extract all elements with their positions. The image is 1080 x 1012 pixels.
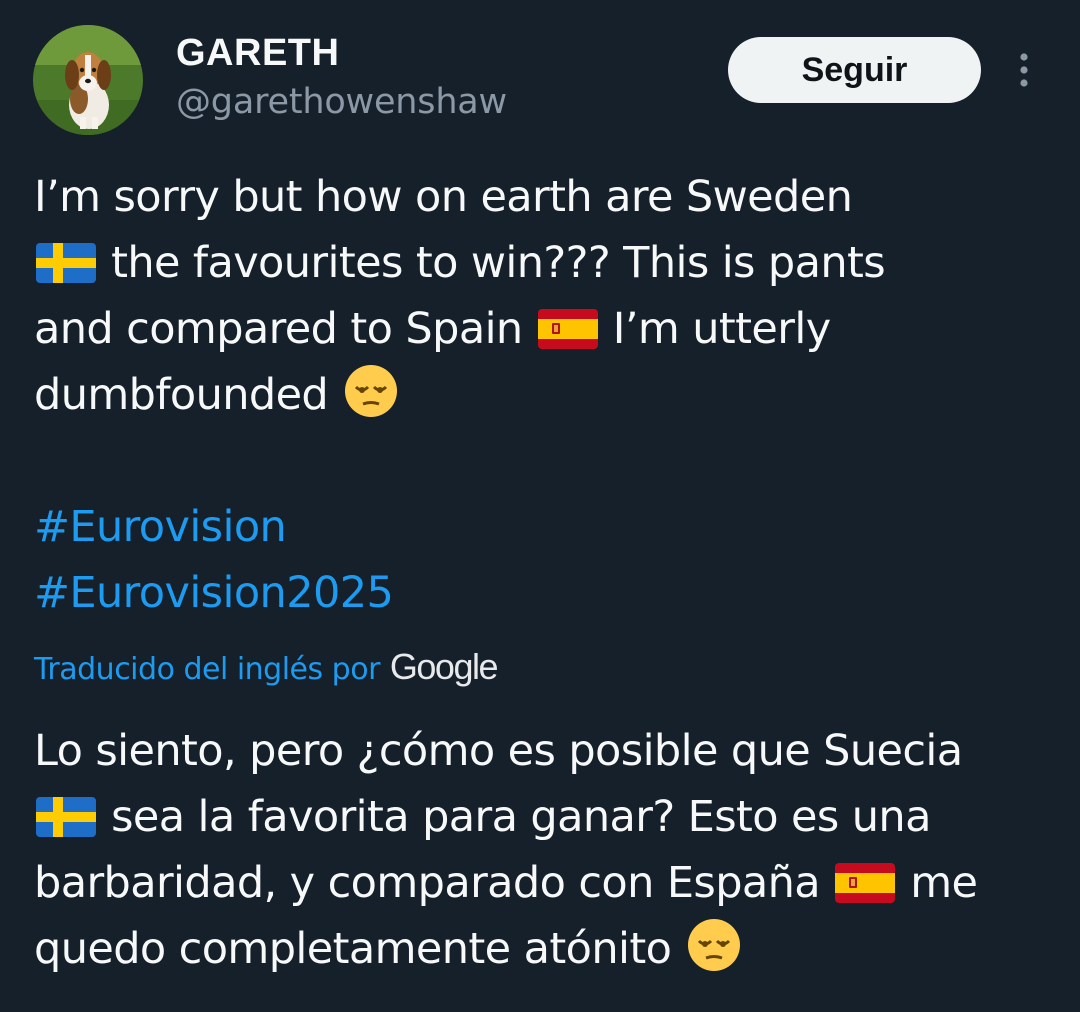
follow-button[interactable]: Seguir <box>728 37 981 103</box>
tweet-line: I’m sorry but how on earth are Sweden <box>34 172 853 222</box>
relieved-face-emoji-icon <box>345 365 398 417</box>
hashtag-link[interactable]: #Eurovision <box>34 494 1054 560</box>
relieved-face-emoji-icon <box>688 919 741 971</box>
sweden-flag-icon <box>36 797 96 837</box>
spain-flag-icon <box>537 309 598 349</box>
avatar[interactable] <box>33 25 143 135</box>
beagle-avatar-image <box>33 25 143 135</box>
translation-line: Lo siento, pero ¿cómo es posible que Sue… <box>34 726 963 776</box>
translated-text: Lo siento, pero ¿cómo es posible que Sue… <box>34 718 1064 982</box>
translation-line-text: me <box>910 858 978 908</box>
translation-line-text: quedo completamente atónito <box>34 924 672 974</box>
tweet-line-text: I’m utterly <box>612 304 831 354</box>
hashtag-link[interactable]: #Eurovision2025 <box>34 560 1054 626</box>
author-display-name[interactable]: GARETH <box>176 30 339 76</box>
translation-line: barbaridad, y comparado con España me <box>34 850 1064 916</box>
tweet-line: dumbfounded <box>34 362 1054 428</box>
google-logo: Google <box>389 646 499 687</box>
translation-line-text: sea la favorita para ganar? Esto es una <box>111 792 931 842</box>
tweet-line-text: dumbfounded <box>34 370 329 420</box>
tweet-line: and compared to Spain I’m utterly <box>34 296 1054 362</box>
tweet-line-text: and compared to Spain <box>34 304 523 354</box>
translated-label[interactable]: Traducido del inglés por <box>34 652 380 687</box>
translation-line: sea la favorita para ganar? Esto es una <box>34 784 1064 850</box>
sweden-flag-icon <box>36 243 96 283</box>
translation-attribution: Traducido del inglés por Google <box>34 644 499 694</box>
translation-line: quedo completamente atónito <box>34 916 1064 982</box>
more-vertical-icon <box>1020 53 1028 87</box>
author-handle[interactable]: @garethowenshaw <box>176 80 507 124</box>
translation-line-text: barbaridad, y comparado con España <box>34 858 821 908</box>
more-options-button[interactable] <box>1004 50 1044 90</box>
tweet-line-text: the favourites to win??? This is pants <box>111 238 886 288</box>
spain-flag-icon <box>835 863 896 903</box>
tweet-text: I’m sorry but how on earth are Sweden th… <box>34 164 1054 626</box>
tweet-line: the favourites to win??? This is pants <box>34 230 1054 296</box>
